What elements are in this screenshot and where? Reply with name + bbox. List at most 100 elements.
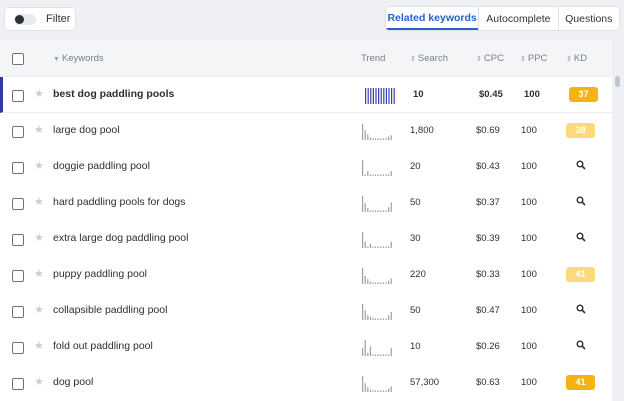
filter-button[interactable]: Filter (4, 7, 76, 31)
trend-bar (367, 88, 369, 104)
trend-bar (362, 232, 364, 248)
trend-bar (364, 174, 366, 176)
search-icon[interactable] (576, 160, 586, 170)
table-row[interactable]: ★ large dog pool 1,800 $0.69 100 38 (0, 113, 612, 150)
search-icon[interactable] (576, 340, 586, 350)
sort-icon: ⇕ (476, 56, 482, 63)
col-keywords[interactable]: ▼ Keywords (53, 53, 104, 64)
star-icon[interactable]: ★ (34, 267, 44, 280)
ppc-value: 100 (521, 341, 537, 352)
row-checkbox[interactable] (12, 90, 24, 102)
star-icon[interactable]: ★ (34, 375, 44, 388)
trend-bar (369, 281, 371, 284)
col-trend: Trend (361, 53, 386, 64)
row-checkbox[interactable] (12, 162, 24, 174)
table-header: ▼ Keywords Trend ⇕ Search ⇕ CPC ⇕ PPC ⇕ KD (0, 40, 612, 78)
cpc-value: $0.47 (476, 305, 500, 316)
trend-bar (364, 241, 366, 248)
table-row[interactable]: ★ collapsible paddling pool 50 $0.47 100 (0, 293, 612, 330)
keyword-text[interactable]: hard paddling pools for dogs (53, 196, 186, 208)
col-kd[interactable]: ⇕ KD (566, 53, 587, 64)
keyword-text[interactable]: best dog paddling pools (53, 88, 174, 100)
kd-badge: 41 (566, 267, 595, 282)
row-checkbox[interactable] (12, 198, 24, 210)
star-icon[interactable]: ★ (34, 195, 44, 208)
keyword-text[interactable]: extra large dog paddling pool (53, 232, 188, 244)
trend-bar (388, 246, 390, 248)
row-checkbox[interactable] (12, 306, 24, 318)
trend-bar (390, 135, 392, 140)
trend-bar (375, 88, 377, 104)
trend-sparkline (362, 196, 392, 212)
trend-bar (372, 246, 374, 248)
trend-bar (362, 376, 364, 392)
star-icon[interactable]: ★ (34, 303, 44, 316)
scroll-thumb[interactable] (615, 76, 620, 87)
trend-sparkline (362, 232, 392, 248)
star-icon[interactable]: ★ (34, 123, 44, 136)
trend-bar (390, 278, 392, 284)
trend-bar (370, 88, 372, 104)
ppc-value: 100 (521, 377, 537, 388)
search-icon[interactable] (576, 196, 586, 206)
select-all-checkbox[interactable] (12, 53, 24, 65)
trend-bar (388, 388, 390, 392)
trend-bar (380, 138, 382, 140)
trend-bar (382, 354, 384, 356)
col-cpc[interactable]: ⇕ CPC (476, 53, 504, 64)
keyword-text[interactable]: large dog pool (53, 124, 120, 136)
trend-sparkline (362, 268, 392, 284)
sort-icon: ⇕ (410, 56, 416, 63)
trend-bar (364, 310, 366, 320)
row-checkbox[interactable] (12, 378, 24, 390)
trend-bar (367, 208, 369, 212)
trend-bar (362, 304, 364, 320)
search-volume: 10 (410, 341, 421, 352)
search-icon[interactable] (576, 304, 586, 314)
tab-related-keywords[interactable]: Related keywords (386, 7, 479, 30)
keyword-text[interactable]: fold out paddling pool (53, 340, 153, 352)
tab-autocomplete[interactable]: Autocomplete (478, 7, 557, 30)
row-checkbox[interactable] (12, 234, 24, 246)
trend-bar (382, 210, 384, 212)
trend-bar (367, 246, 369, 248)
row-checkbox[interactable] (12, 270, 24, 282)
trend-sparkline (365, 88, 395, 104)
trend-bar (385, 282, 387, 284)
table-row[interactable]: ★ best dog paddling pools 10 $0.45 100 37 (0, 77, 612, 113)
ppc-value: 100 (524, 89, 540, 100)
star-icon[interactable]: ★ (34, 159, 44, 172)
trend-bar (372, 354, 374, 356)
table-row[interactable]: ★ fold out paddling pool 10 $0.26 100 (0, 329, 612, 366)
sort-icon: ⇕ (520, 56, 526, 63)
row-checkbox[interactable] (12, 342, 24, 354)
keyword-text[interactable]: dog pool (53, 376, 93, 388)
keyword-text[interactable]: doggie paddling pool (53, 160, 150, 172)
table-row[interactable]: ★ puppy paddling pool 220 $0.33 100 41 (0, 257, 612, 294)
table-row[interactable]: ★ doggie paddling pool 20 $0.43 100 (0, 149, 612, 186)
keyword-text[interactable]: puppy paddling pool (53, 268, 147, 280)
trend-bar (380, 390, 382, 392)
search-icon[interactable] (576, 232, 586, 242)
star-icon[interactable]: ★ (34, 231, 44, 244)
trend-bar (382, 174, 384, 176)
col-search[interactable]: ⇕ Search (410, 53, 448, 64)
row-checkbox[interactable] (12, 126, 24, 138)
star-icon[interactable]: ★ (34, 87, 44, 100)
table-row[interactable]: ★ extra large dog paddling pool 30 $0.39 100 (0, 221, 612, 258)
tab-questions[interactable]: Questions (557, 7, 619, 30)
trend-bar (362, 348, 364, 356)
scrollbar[interactable] (612, 40, 624, 401)
search-volume: 57,300 (410, 377, 440, 388)
trend-bar (362, 268, 364, 284)
star-icon[interactable]: ★ (34, 339, 44, 352)
trend-bar (385, 390, 387, 392)
trend-bar (377, 318, 379, 320)
col-ppc[interactable]: ⇕ PPC (520, 53, 547, 64)
filter-toggle[interactable] (14, 14, 36, 25)
trend-bar (377, 174, 379, 176)
table-row[interactable]: ★ dog pool 57,300 $0.63 100 41 (0, 365, 612, 401)
trend-bar (382, 138, 384, 140)
table-row[interactable]: ★ hard paddling pools for dogs 50 $0.37 100 (0, 185, 612, 222)
keyword-text[interactable]: collapsible paddling pool (53, 304, 167, 316)
